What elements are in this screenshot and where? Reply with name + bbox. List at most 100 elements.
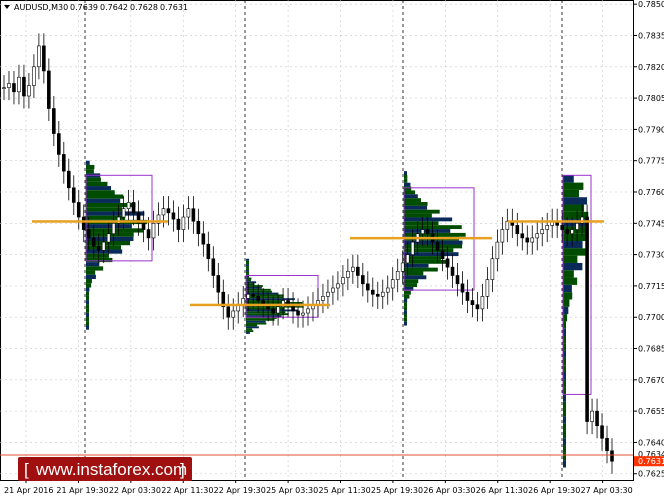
candle-body xyxy=(62,154,66,172)
price-tick-label: 0.7715 xyxy=(638,282,664,291)
candle-body xyxy=(37,45,41,68)
candle-body xyxy=(271,308,275,314)
candle-body xyxy=(96,245,101,251)
candle-body xyxy=(66,170,71,189)
profile-bar xyxy=(404,310,407,314)
candle-body xyxy=(375,293,380,297)
profile-bar xyxy=(563,452,566,461)
profile-bar xyxy=(246,324,258,327)
candle-body xyxy=(161,208,166,216)
candle-body xyxy=(495,241,500,260)
candle-body xyxy=(465,291,470,301)
profile-bar xyxy=(563,416,566,424)
profile-bar xyxy=(246,266,249,269)
profile-bar xyxy=(404,232,466,237)
profile-bar xyxy=(246,271,249,274)
candle-body xyxy=(121,208,126,218)
profile-bar xyxy=(404,178,408,183)
profile-bar xyxy=(563,445,566,453)
profile-bar xyxy=(563,277,578,285)
profile-bar xyxy=(404,298,408,303)
candle-body xyxy=(326,291,330,297)
candle-body xyxy=(515,225,520,235)
profile-bar xyxy=(86,295,89,301)
price-tick-label: 0.7685 xyxy=(638,345,664,354)
candle-body xyxy=(181,216,186,230)
price-tick-label: 0.7760 xyxy=(638,188,664,197)
time-tick-label: 26 Apr 03:30 xyxy=(423,486,475,495)
candle-body xyxy=(525,237,530,243)
profile-bar xyxy=(246,320,266,323)
profile-bar xyxy=(404,174,408,179)
profile-bar xyxy=(404,186,412,191)
time-tick-label: 25 Apr 11:30 xyxy=(319,486,371,495)
watermark-bracket-left: [ xyxy=(24,460,29,479)
candle-body xyxy=(540,229,545,235)
poc-line xyxy=(508,220,604,223)
watermark-text: www.instaforex.com xyxy=(35,460,187,479)
poc-line xyxy=(190,303,330,307)
profile-bar xyxy=(563,284,572,293)
candle-body xyxy=(171,212,176,220)
profile-bar xyxy=(86,160,90,165)
candle-body xyxy=(366,283,370,291)
watermark-bracket-right: ] xyxy=(180,460,185,479)
instaforex-watermark: [ www.instaforex.com ] xyxy=(18,457,192,481)
profile-bar xyxy=(563,175,574,183)
candle-body xyxy=(560,225,564,230)
candle-body xyxy=(480,296,485,310)
price-tick-label: 0.7790 xyxy=(638,125,664,134)
candle-body xyxy=(47,70,51,109)
profile-bar xyxy=(246,292,279,295)
candle-body xyxy=(385,287,390,293)
candle-body xyxy=(131,202,136,214)
profile-bar xyxy=(86,253,109,258)
price-axis[interactable]: 0.7850 0.7835 0.7820 0.7805 0.7790 0.7775 0.77… xyxy=(633,0,664,479)
candle-body xyxy=(176,218,181,230)
profile-bar xyxy=(404,294,410,299)
profile-bar xyxy=(246,268,249,271)
candle-body xyxy=(151,223,156,239)
candle-body xyxy=(485,279,490,297)
profile-bar xyxy=(563,262,583,271)
time-tick-label: 26 Apr 11:30 xyxy=(476,486,528,495)
profile-bar xyxy=(404,317,407,322)
profile-bar xyxy=(563,306,569,315)
candle-body xyxy=(346,271,350,278)
profile-bar xyxy=(86,262,100,267)
price-chart[interactable]: AUDUSD,M30 0.7639 0.7642 0.7628 0.7631 0… xyxy=(0,0,664,498)
candle-body xyxy=(111,223,116,235)
chart-window[interactable]: AUDUSD,M30 0.7639 0.7642 0.7628 0.7631 0… xyxy=(0,0,664,498)
profile-bar xyxy=(246,258,249,261)
profile-bar xyxy=(246,326,259,329)
time-tick-label: 25 Apr 19:30 xyxy=(371,486,423,495)
candle-body xyxy=(126,202,131,209)
candle-body xyxy=(390,279,395,289)
candle-body xyxy=(226,306,231,318)
profile-bar xyxy=(86,312,89,318)
profile-bar xyxy=(563,299,570,307)
profile-bar xyxy=(86,177,101,182)
candle-body xyxy=(470,300,475,305)
profile-bar xyxy=(86,283,92,288)
candle-body xyxy=(306,308,310,314)
candle-body xyxy=(201,233,206,245)
candle-body xyxy=(196,220,201,235)
price-tick-label: 0.7775 xyxy=(638,157,664,166)
profile-bar xyxy=(246,264,249,267)
profile-bar xyxy=(404,271,424,276)
candle-body xyxy=(380,291,385,297)
profile-bar xyxy=(86,325,89,330)
candle-body xyxy=(106,233,111,243)
price-tick-label: 0.7820 xyxy=(638,63,664,72)
candle-body xyxy=(17,76,21,93)
ohlc-close: 0.7631 xyxy=(160,3,188,12)
time-axis[interactable]: 21 Apr 2016 21 Apr 19:30 22 Apr 03:30 22 Ap… xyxy=(4,480,633,495)
candle-body xyxy=(590,410,594,422)
profile-bar xyxy=(404,275,427,280)
candle-body xyxy=(575,223,579,230)
profile-bar xyxy=(563,430,566,439)
candle-body xyxy=(410,241,415,255)
profile-bar xyxy=(86,321,89,326)
candle-body xyxy=(445,258,450,268)
